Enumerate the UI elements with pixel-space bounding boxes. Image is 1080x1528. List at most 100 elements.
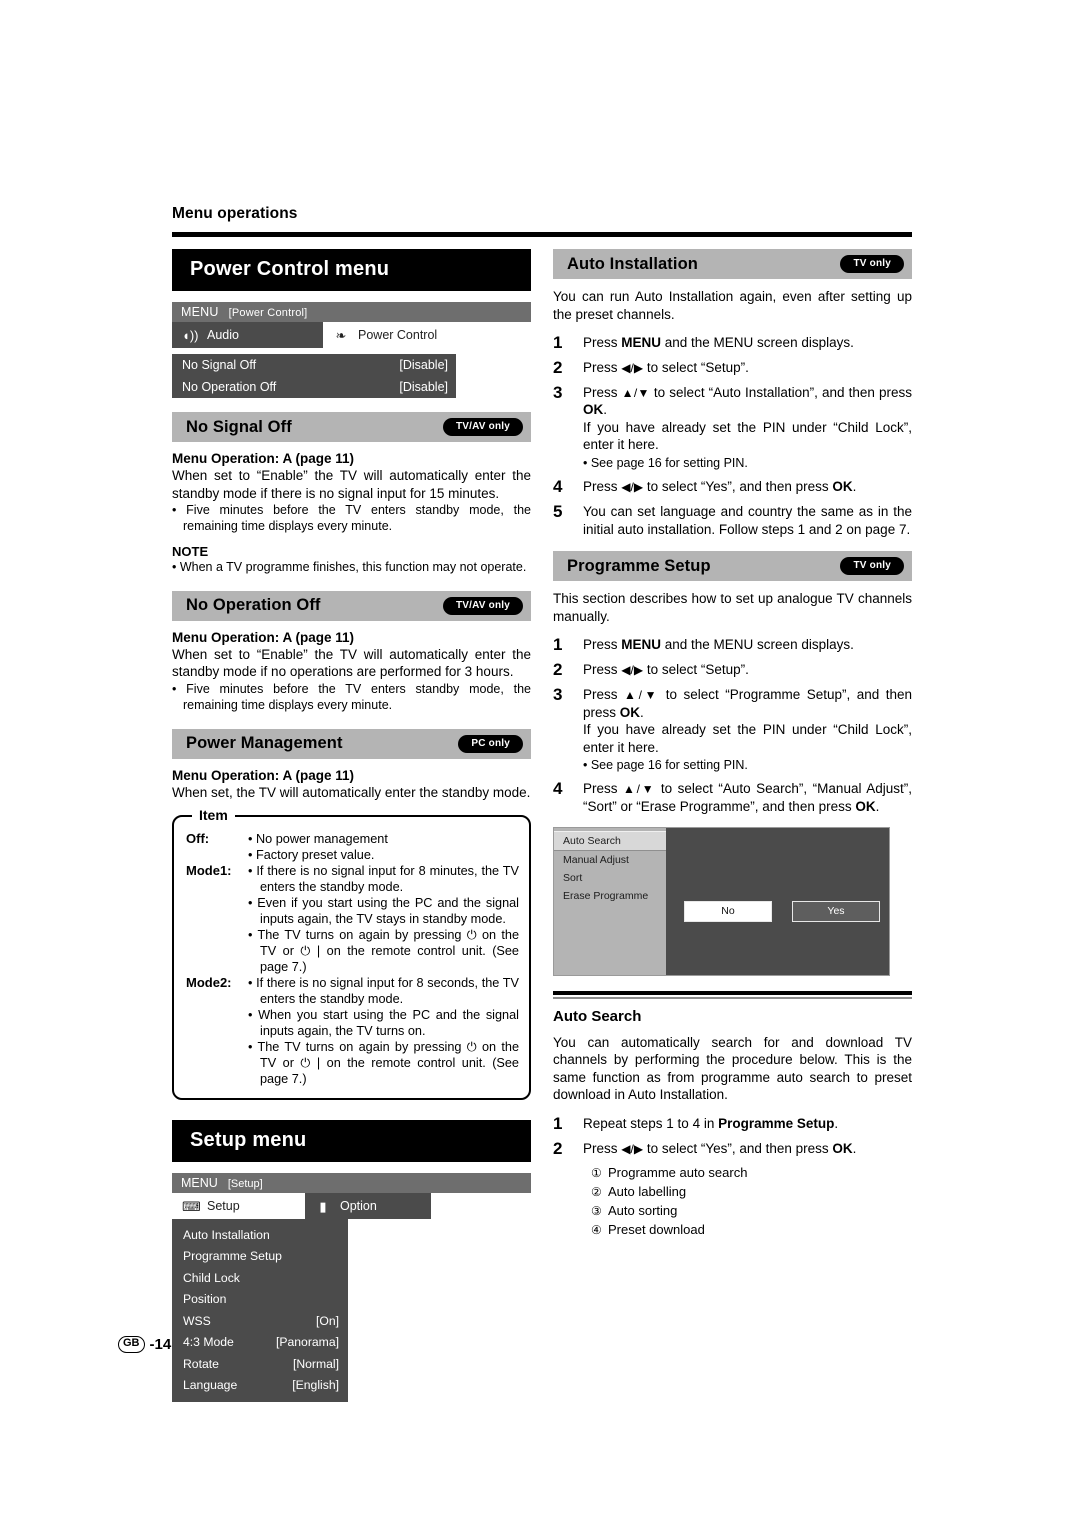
osd-item-programme-setup[interactable]: Programme Setup (172, 1246, 348, 1268)
osd-programme-setup: Auto Search Manual Adjust Sort Erase Pro… (553, 826, 890, 976)
step-text: Press ◀/▶ to select “Setup”. (583, 662, 749, 678)
step-number: 3 (553, 382, 563, 402)
body-text-power-management: When set, the TV will automatically ente… (172, 784, 531, 800)
step-text: Press ◀/▶ to select “Yes”, and then pres… (583, 1140, 857, 1156)
status-badge-tv-only: TV only (840, 255, 904, 273)
osd-row-value: [Disable] (399, 380, 448, 394)
osd-tab-setup-label: Setup (207, 1199, 240, 1214)
item-row-mode2: Mode2: • If there is no signal input for… (186, 975, 519, 1087)
osd-item-label: Child Lock (183, 1270, 240, 1285)
osd-tab-strip: ◖)) Audio ❧ Power Control (172, 322, 531, 348)
section-divider (553, 990, 912, 999)
subsection-header-no-signal-off: No Signal Off TV/AV only (172, 412, 531, 442)
step-item: 5 You can set language and country the s… (553, 503, 912, 538)
osd-yes-button[interactable]: Yes (792, 900, 880, 922)
up-down-arrow-icon: ▲/▼ (621, 385, 650, 400)
step-text: Press ◀/▶ to select “Setup”. (583, 359, 749, 375)
left-right-arrow-icon: ◀/▶ (621, 360, 644, 375)
osd-item-position[interactable]: Position (172, 1289, 348, 1311)
osd-item-child-lock[interactable]: Child Lock (172, 1267, 348, 1289)
osd-row-label: No Operation Off (182, 380, 277, 394)
osd-ps-item-erase-programme[interactable]: Erase Programme (554, 887, 666, 905)
note-bullet-no-signal-off: • When a TV programme finishes, this fun… (172, 559, 527, 574)
subsection-title: Programme Setup (567, 556, 711, 575)
osd-item-label: Programme Setup (183, 1249, 282, 1264)
osd-power-control: MENU [Power Control] ◖)) Audio ❧ Power Co… (172, 302, 531, 398)
osd-row-no-operation-off[interactable]: No Operation Off [Disable] (172, 376, 456, 398)
option-icon: ▮ (319, 1198, 327, 1214)
osd-item-4-3-mode[interactable]: 4:3 Mode [Panorama] (172, 1332, 348, 1354)
header-divider (172, 232, 912, 237)
status-badge-tv-av-only: TV/AV only (442, 418, 523, 436)
osd-context-label: [Power Control] (228, 307, 308, 319)
step-text: Repeat steps 1 to 4 in Programme Setup. (583, 1115, 839, 1131)
step-text: You can set language and country the sam… (583, 504, 912, 537)
right-column: Auto Installation TV only You can run Au… (553, 249, 912, 1239)
osd-tab-setup[interactable]: ⌨ Setup (172, 1193, 305, 1220)
up-down-arrow-icon: ▲/▼ (624, 687, 660, 702)
menu-operation-label-no-signal-off: Menu Operation: A (page 11) (172, 451, 355, 466)
circled-number: ③ (591, 1203, 602, 1218)
osd-ps-item-manual-adjust[interactable]: Manual Adjust (554, 851, 666, 869)
osd-item-auto-installation[interactable]: Auto Installation (172, 1224, 348, 1246)
steps-programme-setup: 1 Press MENU and the MENU screen display… (553, 636, 912, 815)
step-number: 1 (553, 635, 563, 655)
list-item-label: Preset download (608, 1221, 705, 1237)
osd-item-wss[interactable]: WSS [On] (172, 1310, 348, 1332)
osd-item-language[interactable]: Language [English] (172, 1375, 348, 1397)
section-heading-setup-menu: Setup menu (172, 1120, 531, 1163)
subsection-header-no-operation-off: No Operation Off TV/AV only (172, 590, 531, 621)
circled-number: ② (591, 1185, 602, 1200)
osd-programme-list: Auto Search Manual Adjust Sort Erase Pro… (554, 827, 666, 975)
item-bullet: • The TV turns on again by pressing ⏻ on… (248, 1040, 519, 1087)
osd-item-value: [Panorama] (275, 1335, 339, 1350)
osd-item-rotate[interactable]: Rotate [Normal] (172, 1353, 348, 1375)
manual-page: Menu operations Power Control menu MENU [… (172, 205, 912, 1403)
step-number: 2 (553, 660, 563, 680)
osd-no-button[interactable]: No (684, 900, 772, 922)
osd-row-no-signal-off[interactable]: No Signal Off [Disable] (172, 354, 456, 376)
step-item: 3 Press ▲/▼ to select “Programme Setup”,… (553, 686, 912, 773)
osd-menu-label: MENU (181, 305, 219, 319)
item-bullet: • Factory preset value. (248, 848, 375, 863)
osd-tab-audio[interactable]: ◖)) Audio (172, 322, 323, 348)
osd-tab-audio-label: Audio (207, 328, 239, 342)
osd-item-label: Auto Installation (183, 1227, 270, 1242)
left-right-arrow-icon: ◀/▶ (621, 480, 644, 495)
step-number: 3 (553, 684, 563, 704)
step-sub-note: • See page 16 for setting PIN. (583, 758, 748, 773)
osd-ps-item-label: Auto Search (563, 834, 621, 847)
item-bullet: • If there is no signal input for 8 seco… (248, 976, 519, 1007)
setup-icon: ⌨ (182, 1198, 201, 1214)
osd-item-value: [English] (292, 1378, 339, 1393)
item-row-mode1: Mode1: • If there is no signal input for… (186, 863, 519, 975)
step-item: 2 Press ◀/▶ to select “Setup”. (553, 661, 912, 679)
osd-row-value: [Disable] (399, 358, 448, 372)
step-item: 1 Press MENU and the MENU screen display… (553, 636, 912, 654)
list-item-label: Auto labelling (608, 1184, 687, 1200)
item-label: Mode2: (186, 975, 232, 991)
section-heading-power-control-menu: Power Control menu (172, 249, 531, 291)
item-table-box: Item Off: • No power management • Factor… (172, 807, 531, 1101)
osd-ps-item-auto-search[interactable]: Auto Search (554, 830, 666, 851)
divider-thick (553, 990, 912, 995)
osd-ps-item-sort[interactable]: Sort (554, 869, 666, 887)
status-badge-tv-only: TV only (840, 557, 904, 576)
list-item-label: Programme auto search (608, 1165, 748, 1181)
osd-item-value: [Normal] (292, 1356, 339, 1371)
auto-search-sequence-list: ① Programme auto search ② Auto labelling… (553, 1164, 912, 1239)
osd-item-value: [On] (315, 1313, 339, 1328)
speaker-icon: ◖)) (182, 327, 199, 343)
step-text: Press ▲/▼ to select “Programme Setup”, a… (583, 686, 913, 773)
osd-item-label: WSS (183, 1313, 211, 1328)
osd-ps-item-label: Sort (563, 871, 583, 884)
step-number: 1 (553, 333, 563, 353)
list-item: ② Auto labelling (591, 1183, 912, 1202)
osd-tab-power-control[interactable]: ❧ Power Control (323, 322, 456, 348)
circled-number: ④ (591, 1222, 602, 1237)
item-label: Off: (186, 831, 210, 847)
step-item: 1 Press MENU and the MENU screen display… (553, 334, 912, 352)
osd-titlebar: MENU [Power Control] (172, 302, 531, 322)
osd-menu-label: MENU (181, 1176, 218, 1191)
osd-tab-option[interactable]: ▮ Option (305, 1193, 431, 1220)
